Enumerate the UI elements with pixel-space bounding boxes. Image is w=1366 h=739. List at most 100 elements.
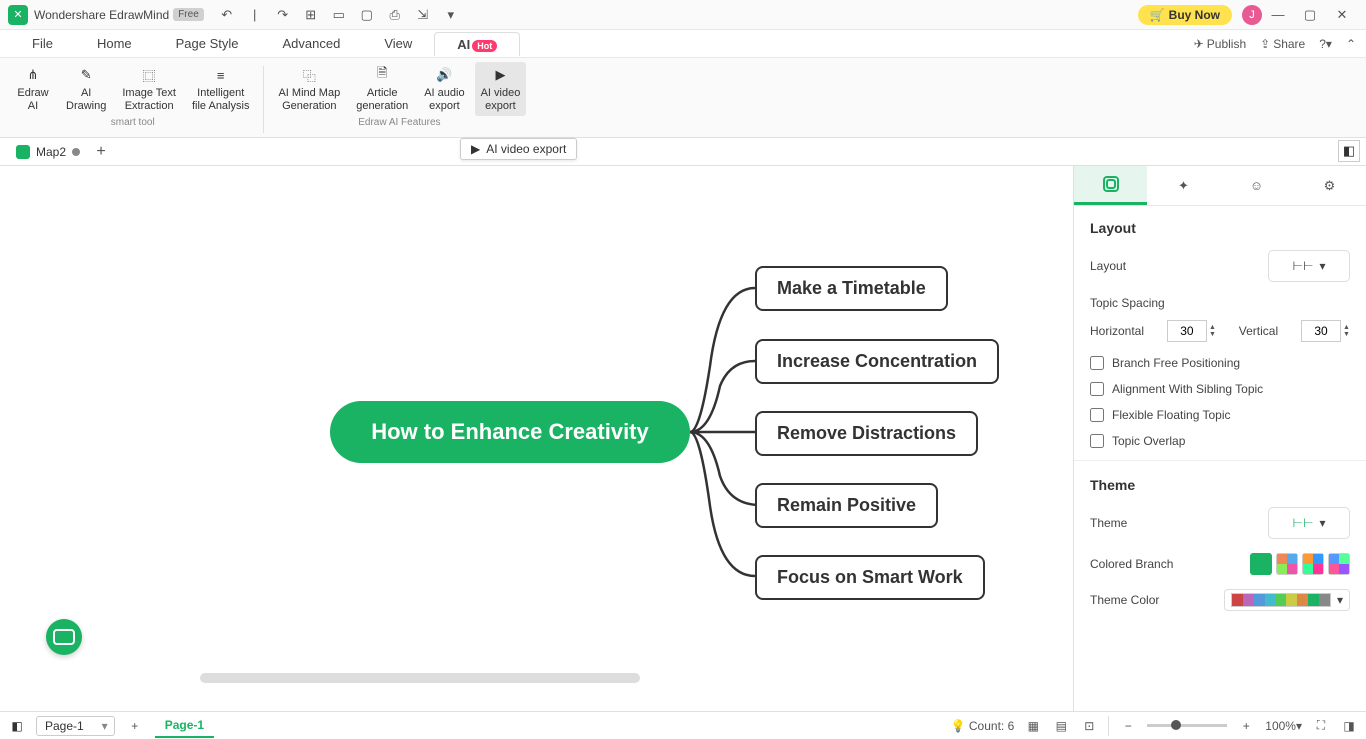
layout-dropdown[interactable]: ⊢⊢▾ xyxy=(1268,250,1350,282)
panel-toggle-icon[interactable]: ◨ xyxy=(1340,717,1358,735)
sp-tab-tag[interactable]: ☺ xyxy=(1220,166,1293,205)
check-alignment[interactable]: Alignment With Sibling Topic xyxy=(1090,382,1350,396)
swatch[interactable] xyxy=(1276,553,1298,575)
panel-toggle-icon[interactable]: ◧ xyxy=(1338,140,1360,162)
child-topic[interactable]: Focus on Smart Work xyxy=(755,555,985,600)
collapse-ribbon-icon[interactable]: ⌃ xyxy=(1346,37,1356,51)
view-icon-2[interactable]: ▤ xyxy=(1052,717,1070,735)
child-topic[interactable]: Increase Concentration xyxy=(755,339,999,384)
page-tab[interactable]: Page-1 xyxy=(155,714,214,738)
share-button[interactable]: ⇪ Share xyxy=(1260,37,1305,51)
swatch[interactable] xyxy=(1328,553,1350,575)
vertical-input[interactable] xyxy=(1301,320,1341,342)
check-flexible[interactable]: Flexible Floating Topic xyxy=(1090,408,1350,422)
gear-icon: ⚙ xyxy=(1324,178,1336,194)
save-icon[interactable]: ▢ xyxy=(358,6,376,24)
menu-home[interactable]: Home xyxy=(75,32,154,55)
zoom-level[interactable]: 100%▾ xyxy=(1265,719,1302,733)
main-area: How to Enhance Creativity Make a Timetab… xyxy=(0,166,1366,711)
file-analysis-icon: ≡ xyxy=(210,65,232,85)
child-topic[interactable]: Remain Positive xyxy=(755,483,938,528)
sp-tab-settings[interactable]: ⚙ xyxy=(1293,166,1366,205)
horizontal-input[interactable] xyxy=(1167,320,1207,342)
undo-icon[interactable]: ↶ xyxy=(218,6,236,24)
menu-file[interactable]: File xyxy=(10,32,75,55)
outline-icon[interactable]: ◧ xyxy=(8,717,26,735)
zoom-slider[interactable] xyxy=(1147,724,1227,727)
menu-view[interactable]: View xyxy=(362,32,434,55)
audio-export-button[interactable]: 🔊AI audioexport xyxy=(418,62,470,116)
ai-drawing-button[interactable]: ✎AIDrawing xyxy=(60,62,112,116)
article-gen-button[interactable]: 🗎Articlegeneration xyxy=(350,62,414,116)
menu-right: ✈ Publish ⇪ Share ?▾ ⌃ xyxy=(1194,37,1356,51)
file-analysis-button[interactable]: ≡Intelligentfile Analysis xyxy=(186,62,255,116)
close-icon[interactable]: ✕ xyxy=(1326,3,1358,27)
canvas[interactable]: How to Enhance Creativity Make a Timetab… xyxy=(0,166,1073,711)
mindmap-gen-icon: ⿻ xyxy=(298,65,320,85)
horizontal-scrollbar[interactable] xyxy=(200,673,640,683)
help-icon[interactable]: ?▾ xyxy=(1319,37,1332,51)
layout-icon xyxy=(1101,174,1121,194)
menu-ai[interactable]: AIHot xyxy=(434,32,520,56)
buy-now-button[interactable]: 🛒 Buy Now xyxy=(1138,5,1232,25)
check-overlap[interactable]: Topic Overlap xyxy=(1090,434,1350,448)
titlebar: ✕ Wondershare EdrawMind Free ↶ | ↷ ⊞ ▭ ▢… xyxy=(0,0,1366,30)
sp-tab-layout[interactable] xyxy=(1074,166,1147,205)
edraw-ai-button[interactable]: ⋔EdrawAI xyxy=(10,62,56,116)
sp-tab-style[interactable]: ✦ xyxy=(1147,166,1220,205)
redo-icon[interactable]: ↷ xyxy=(274,6,292,24)
count-badge: 💡 Count: 6 xyxy=(951,719,1015,733)
child-topic[interactable]: Remove Distractions xyxy=(755,411,978,456)
export-icon[interactable]: ⇲ xyxy=(414,6,432,24)
maximize-icon[interactable]: ▢ xyxy=(1294,3,1326,27)
add-page-button[interactable]: + xyxy=(125,716,145,736)
qat-sep: | xyxy=(246,6,264,24)
theme-color-dropdown[interactable]: ▾ xyxy=(1224,589,1350,611)
tooltip-icon: ▶ xyxy=(471,142,480,156)
child-topic[interactable]: Make a Timetable xyxy=(755,266,948,311)
swatch[interactable] xyxy=(1250,553,1272,575)
menu-advanced[interactable]: Advanced xyxy=(261,32,363,55)
fullscreen-icon[interactable]: ⛶ xyxy=(1312,717,1330,735)
chatbot-button[interactable] xyxy=(46,619,82,655)
ribbon-group-label-2: Edraw AI Features xyxy=(358,117,440,128)
qat-more-icon[interactable]: ▾ xyxy=(442,6,460,24)
audio-export-icon: 🔊 xyxy=(433,65,455,85)
print-icon[interactable]: ⎙ xyxy=(386,6,404,24)
theme-dropdown[interactable]: ⊢⊢▾ xyxy=(1268,507,1350,539)
page-dropdown[interactable]: Page-1 xyxy=(36,716,115,736)
ai-drawing-icon: ✎ xyxy=(75,65,97,85)
topic-spacing-label: Topic Spacing xyxy=(1090,296,1350,310)
new-icon[interactable]: ⊞ xyxy=(302,6,320,24)
theme-icon: ⊢⊢ xyxy=(1293,516,1314,530)
publish-label: Publish xyxy=(1207,37,1246,51)
quick-access-toolbar: ↶ | ↷ ⊞ ▭ ▢ ⎙ ⇲ ▾ xyxy=(218,6,460,24)
video-export-button[interactable]: ▶AI videoexport xyxy=(475,62,527,116)
zoom-in-icon[interactable]: + xyxy=(1237,717,1255,735)
minimize-icon[interactable]: — xyxy=(1262,3,1294,27)
check-branch-free[interactable]: Branch Free Positioning xyxy=(1090,356,1350,370)
central-topic[interactable]: How to Enhance Creativity xyxy=(330,401,690,463)
ribbon: ⋔EdrawAI ✎AIDrawing ⿴Image TextExtractio… xyxy=(0,58,1366,138)
article-gen-icon: 🗎 xyxy=(371,65,393,85)
mindmap-gen-button[interactable]: ⿻AI Mind MapGeneration xyxy=(272,62,346,116)
side-panel-body: Layout Layout ⊢⊢▾ Topic Spacing Horizont… xyxy=(1074,206,1366,711)
app-title: Wondershare EdrawMind xyxy=(34,8,169,22)
horizontal-spinner[interactable]: ▲▼ xyxy=(1167,320,1216,342)
view-icon-1[interactable]: ▦ xyxy=(1024,717,1042,735)
horizontal-label: Horizontal xyxy=(1090,324,1144,338)
ribbon-group-smart-tool: ⋔EdrawAI ✎AIDrawing ⿴Image TextExtractio… xyxy=(10,62,255,137)
tooltip: ▶ AI video export xyxy=(460,138,577,160)
fit-icon[interactable]: ⊡ xyxy=(1080,717,1098,735)
open-icon[interactable]: ▭ xyxy=(330,6,348,24)
zoom-out-icon[interactable]: − xyxy=(1119,717,1137,735)
edraw-ai-icon: ⋔ xyxy=(22,65,44,85)
avatar[interactable]: J xyxy=(1242,5,1262,25)
image-text-button[interactable]: ⿴Image TextExtraction xyxy=(116,62,182,116)
publish-button[interactable]: ✈ Publish xyxy=(1194,37,1246,51)
swatch[interactable] xyxy=(1302,553,1324,575)
add-tab-button[interactable]: + xyxy=(90,141,112,163)
menu-page-style[interactable]: Page Style xyxy=(154,32,261,55)
vertical-spinner[interactable]: ▲▼ xyxy=(1301,320,1350,342)
document-tab[interactable]: Map2 xyxy=(6,142,90,162)
